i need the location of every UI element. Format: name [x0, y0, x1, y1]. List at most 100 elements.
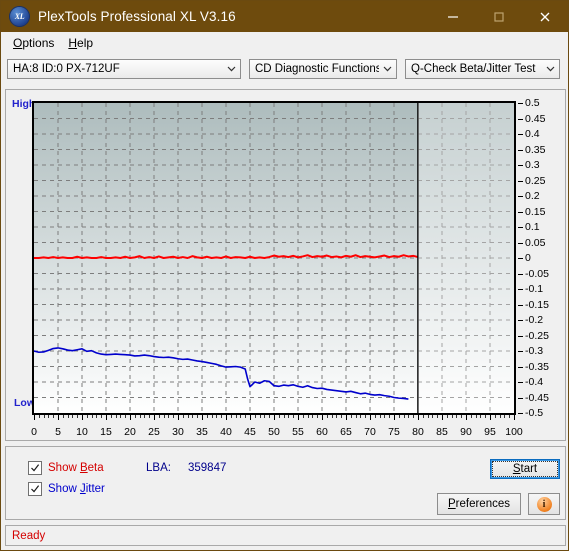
chart-inactive-region: [418, 103, 514, 413]
y-tick-mark: [518, 134, 523, 135]
title-bar: XL PlexTools Professional XL V3.16: [1, 1, 568, 32]
start-button[interactable]: Start: [490, 459, 560, 479]
y-tick-mark: [518, 320, 523, 321]
y-tick-label: -0.4: [525, 376, 544, 388]
test-select-value: Q-Check Beta/Jitter Test: [411, 63, 536, 75]
x-tick-mark: [154, 415, 155, 420]
x-tick-minor-mark: [134, 415, 136, 418]
x-tick-minor-mark: [91, 415, 93, 418]
x-tick-mark: [178, 415, 179, 420]
x-tick-minor-mark: [365, 415, 367, 418]
x-tick-minor-mark: [278, 415, 280, 418]
device-select-value: HA:8 ID:0 PX-712UF: [13, 63, 120, 75]
x-tick-minor-mark: [307, 415, 309, 418]
x-tick-mark: [394, 415, 395, 420]
chevron-down-icon: [542, 60, 559, 78]
application-window: XL PlexTools Professional XL V3.16 Optio…: [0, 0, 569, 551]
x-tick-minor-mark: [230, 415, 232, 418]
y-tick-mark: [518, 165, 523, 166]
y-tick-mark: [518, 211, 523, 213]
x-tick-mark: [346, 415, 347, 420]
menu-item-options[interactable]: Options: [7, 34, 62, 52]
chart-plot-area[interactable]: [32, 101, 516, 415]
x-tick-minor-mark: [403, 415, 405, 418]
x-tick-minor-mark: [341, 415, 343, 418]
start-button-accel: S: [512, 463, 521, 475]
x-tick-label: 85: [436, 426, 448, 438]
control-panel: Show Beta Show Jitter LBA: 359847 Start …: [5, 446, 566, 520]
x-tick-minor-mark: [211, 415, 213, 418]
test-select[interactable]: Q-Check Beta/Jitter Test: [405, 59, 560, 79]
x-tick-minor-mark: [158, 415, 160, 418]
x-tick-minor-mark: [317, 415, 319, 418]
x-tick-minor-mark: [216, 415, 218, 418]
y-tick-label: -0.2: [525, 314, 544, 326]
y-tick-mark: [518, 382, 523, 383]
y-tick-label: 0.15: [525, 205, 546, 218]
menu-item-help[interactable]: Help: [62, 34, 101, 52]
x-tick-minor-mark: [163, 415, 165, 418]
menu-options-rest: ptions: [22, 35, 55, 50]
y-tick-label: 0.5: [525, 97, 540, 109]
x-tick-mark: [322, 415, 323, 420]
preferences-button-post: references: [455, 498, 510, 510]
x-tick-label: 90: [460, 426, 472, 438]
x-tick-minor-mark: [115, 415, 117, 418]
show-beta-checkbox[interactable]: [28, 461, 42, 475]
app-icon: XL: [10, 7, 29, 26]
x-tick-mark: [466, 415, 467, 420]
x-tick-minor-mark: [259, 415, 261, 418]
function-select[interactable]: CD Diagnostic Functions: [249, 59, 397, 79]
x-tick-label: 5: [55, 426, 61, 438]
lba-label: LBA:: [146, 462, 171, 474]
show-jitter-pre: Show: [48, 483, 80, 495]
x-tick-minor-mark: [398, 415, 400, 418]
chart-y-axis: 0.5 0.45 0.4 0.35 0.3 0.25 0.2 0.15 0.1 0.05 0 -0.0…: [518, 97, 569, 419]
show-beta-accel: B: [79, 462, 88, 474]
x-tick-mark: [82, 415, 83, 420]
x-tick-mark: [34, 415, 35, 420]
x-tick-label: 0: [31, 426, 37, 438]
info-button[interactable]: i: [528, 493, 560, 515]
x-tick-label: 75: [388, 426, 400, 438]
maximize-icon[interactable]: [476, 1, 522, 32]
preferences-button[interactable]: Preferences: [437, 493, 521, 515]
x-tick-minor-mark: [302, 415, 304, 418]
show-jitter-checkbox-row[interactable]: Show Jitter: [28, 482, 105, 496]
y-tick-mark: [518, 366, 523, 368]
x-tick-label: 20: [124, 426, 136, 438]
x-tick-minor-mark: [120, 415, 122, 418]
x-tick-minor-mark: [312, 415, 314, 418]
x-tick-minor-mark: [48, 415, 50, 418]
x-tick-minor-mark: [192, 415, 194, 418]
chart-panel: High Low 0.5 0.45 0.4 0.35 0.3 0.25 0.2 0.15 0.1…: [5, 89, 566, 441]
x-tick-mark: [226, 415, 227, 420]
x-tick-minor-mark: [360, 415, 362, 418]
y-tick-mark: [518, 289, 523, 290]
x-tick-label: 15: [100, 426, 112, 438]
x-tick-minor-mark: [446, 415, 448, 418]
minimize-icon[interactable]: [430, 1, 476, 32]
x-tick-minor-mark: [293, 415, 295, 418]
device-select[interactable]: HA:8 ID:0 PX-712UF: [7, 59, 241, 79]
show-jitter-checkbox[interactable]: [28, 482, 42, 496]
chevron-down-icon: [223, 60, 240, 78]
y-tick-mark: [518, 351, 523, 352]
x-tick-minor-mark: [494, 415, 496, 418]
x-tick-mark: [418, 415, 419, 420]
y-tick-label: -0.05: [525, 267, 549, 280]
x-tick-mark: [202, 415, 203, 420]
close-icon[interactable]: [522, 1, 568, 32]
x-tick-minor-mark: [350, 415, 352, 418]
x-tick-minor-mark: [235, 415, 237, 418]
start-button-post: tart: [520, 463, 538, 475]
x-tick-mark: [514, 415, 515, 420]
x-tick-minor-mark: [144, 415, 146, 418]
y-tick-label: -0.1: [525, 283, 544, 295]
info-icon: i: [536, 496, 552, 512]
y-tick-mark: [518, 397, 523, 399]
x-tick-label: 100: [505, 426, 523, 438]
show-beta-checkbox-row[interactable]: Show Beta: [28, 461, 104, 475]
x-tick-minor-mark: [288, 415, 290, 418]
x-tick-minor-mark: [187, 415, 189, 418]
